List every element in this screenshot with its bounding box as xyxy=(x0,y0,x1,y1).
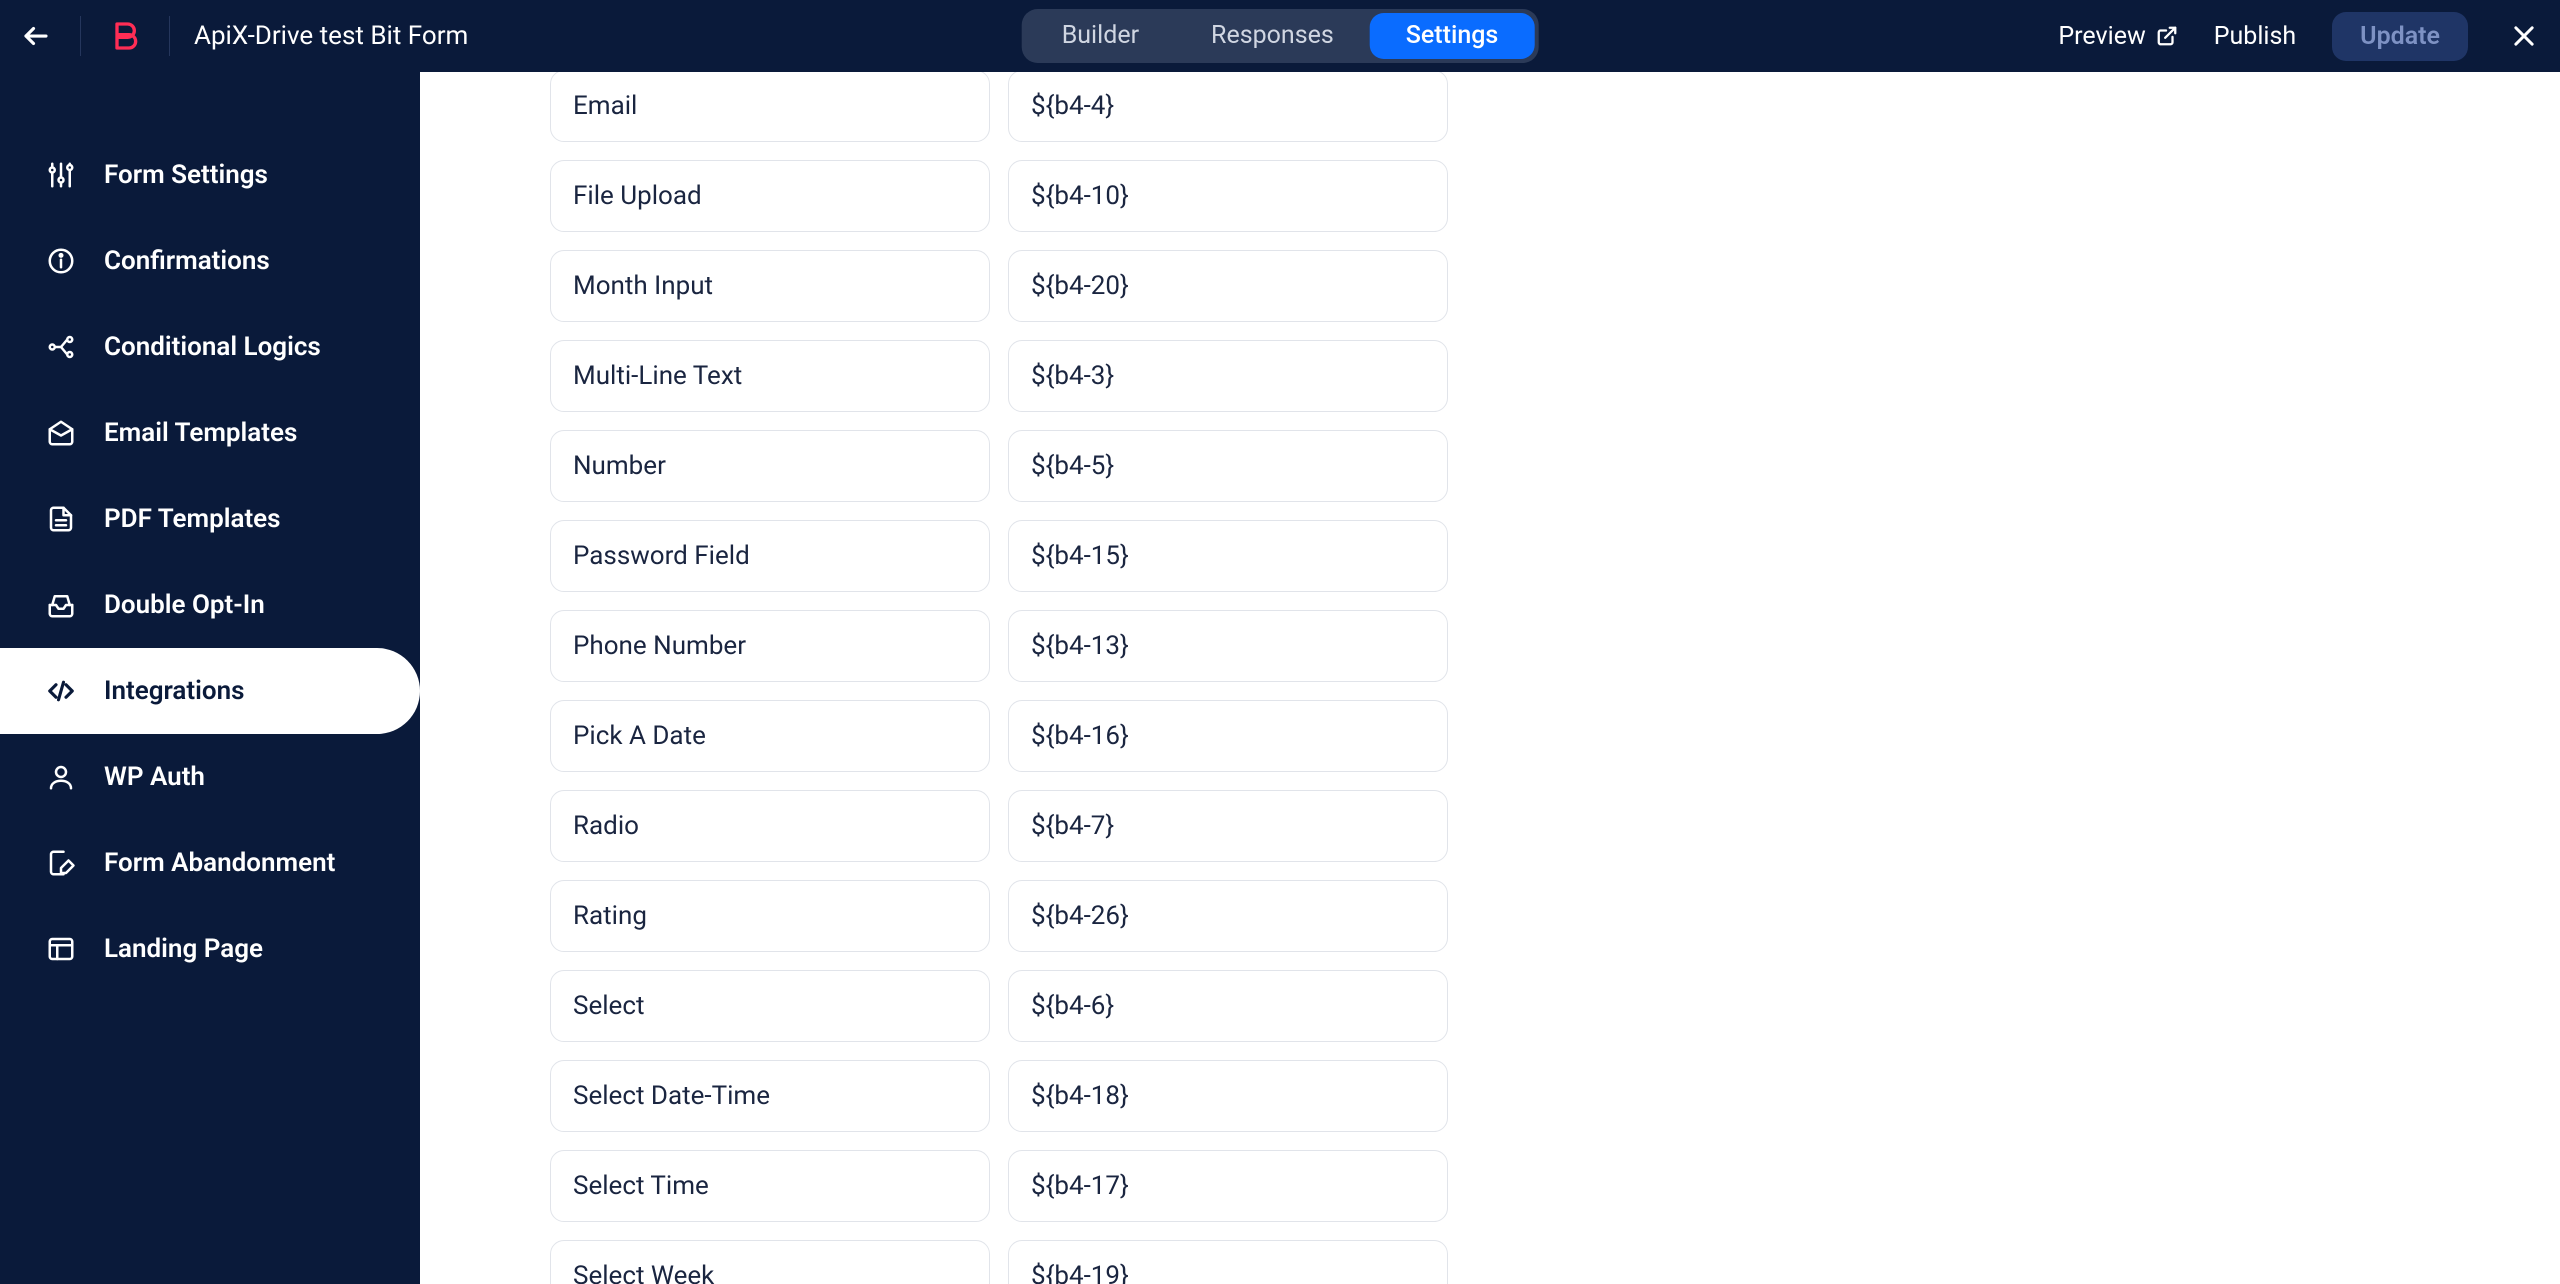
field-key-cell[interactable]: ${b4-4} xyxy=(1008,72,1448,142)
field-name-cell[interactable]: Month Input xyxy=(550,250,990,322)
code-icon xyxy=(44,674,78,708)
field-row: Select Date-Time${b4-18} xyxy=(550,1060,1560,1132)
field-mapping-list: Email${b4-4}File Upload${b4-10}Month Inp… xyxy=(550,72,1560,1284)
back-button[interactable] xyxy=(16,16,56,56)
field-name-cell[interactable]: Radio xyxy=(550,790,990,862)
close-icon xyxy=(2510,22,2538,50)
topbar: ApiX-Drive test Bit Form Builder Respons… xyxy=(0,0,2560,72)
field-name-cell[interactable]: Multi-Line Text xyxy=(550,340,990,412)
field-key-cell[interactable]: ${b4-3} xyxy=(1008,340,1448,412)
tab-settings[interactable]: Settings xyxy=(1370,13,1535,59)
sidebar-item-label: Double Opt-In xyxy=(104,590,265,620)
sidebar-item-wp-auth[interactable]: WP Auth xyxy=(0,734,420,820)
sidebar-item-label: Integrations xyxy=(104,676,245,706)
field-key-cell[interactable]: ${b4-5} xyxy=(1008,430,1448,502)
sidebar-item-conditional-logics[interactable]: Conditional Logics xyxy=(0,304,420,390)
update-button[interactable]: Update xyxy=(2332,12,2468,61)
field-key-cell[interactable]: ${b4-6} xyxy=(1008,970,1448,1042)
sidebar-item-email-templates[interactable]: Email Templates xyxy=(0,390,420,476)
sidebar-item-pdf-templates[interactable]: PDF Templates xyxy=(0,476,420,562)
sidebar-item-form-settings[interactable]: Form Settings xyxy=(0,132,420,218)
field-key-cell[interactable]: ${b4-26} xyxy=(1008,880,1448,952)
mode-tabs: Builder Responses Settings xyxy=(1022,9,1539,63)
field-row: Select Time${b4-17} xyxy=(550,1150,1560,1222)
field-row: Email ${b4-4} xyxy=(550,72,1560,142)
publish-label: Publish xyxy=(2214,22,2296,51)
sidebar-item-label: WP Auth xyxy=(104,762,205,792)
user-icon xyxy=(44,760,78,794)
layout-icon xyxy=(44,932,78,966)
field-name-cell[interactable]: Select Time xyxy=(550,1150,990,1222)
field-row: Pick A Date${b4-16} xyxy=(550,700,1560,772)
field-name-cell[interactable]: Email xyxy=(550,72,990,142)
sliders-icon xyxy=(44,158,78,192)
settings-sidebar: Form Settings Confirmations Conditional … xyxy=(0,72,420,1284)
form-edit-icon xyxy=(44,846,78,880)
field-name-cell[interactable]: Phone Number xyxy=(550,610,990,682)
field-key-cell[interactable]: ${b4-16} xyxy=(1008,700,1448,772)
sidebar-item-integrations[interactable]: Integrations xyxy=(0,648,420,734)
topbar-divider xyxy=(80,16,81,56)
field-key-cell[interactable]: ${b4-18} xyxy=(1008,1060,1448,1132)
external-link-icon xyxy=(2156,25,2178,47)
sidebar-item-confirmations[interactable]: Confirmations xyxy=(0,218,420,304)
field-name-cell[interactable]: Select Week xyxy=(550,1240,990,1284)
topbar-left: ApiX-Drive test Bit Form xyxy=(16,16,468,56)
field-key-cell[interactable]: ${b4-13} xyxy=(1008,610,1448,682)
sidebar-item-landing-page[interactable]: Landing Page xyxy=(0,906,420,992)
publish-link[interactable]: Publish xyxy=(2214,22,2296,51)
field-key-cell[interactable]: ${b4-20} xyxy=(1008,250,1448,322)
field-row: Select Week ${b4-19} xyxy=(550,1240,1560,1284)
topbar-divider-2 xyxy=(169,16,170,56)
main-content: Email${b4-4}File Upload${b4-10}Month Inp… xyxy=(420,72,2560,1284)
brand-logo[interactable] xyxy=(105,16,145,56)
sidebar-item-double-opt-in[interactable]: Double Opt-In xyxy=(0,562,420,648)
sidebar-item-form-abandonment[interactable]: Form Abandonment xyxy=(0,820,420,906)
bitform-logo-icon xyxy=(109,20,141,52)
info-icon xyxy=(44,244,78,278)
field-name-cell[interactable]: Pick A Date xyxy=(550,700,990,772)
form-title: ApiX-Drive test Bit Form xyxy=(194,21,468,51)
field-row: Multi-Line Text${b4-3} xyxy=(550,340,1560,412)
sidebar-item-label: Confirmations xyxy=(104,246,270,276)
field-name-cell[interactable]: Select Date-Time xyxy=(550,1060,990,1132)
main-scroll[interactable]: Email${b4-4}File Upload${b4-10}Month Inp… xyxy=(420,72,2560,1284)
field-row: Select${b4-6} xyxy=(550,970,1560,1042)
sidebar-item-label: Conditional Logics xyxy=(104,332,321,362)
close-button[interactable] xyxy=(2504,16,2544,56)
field-key-cell[interactable]: ${b4-17} xyxy=(1008,1150,1448,1222)
field-name-cell[interactable]: File Upload xyxy=(550,160,990,232)
sidebar-item-label: Email Templates xyxy=(104,418,297,448)
preview-label: Preview xyxy=(2058,22,2145,51)
field-row: Rating${b4-26} xyxy=(550,880,1560,952)
topbar-right: Preview Publish Update xyxy=(2058,12,2544,61)
field-key-cell[interactable]: ${b4-15} xyxy=(1008,520,1448,592)
sidebar-item-label: Landing Page xyxy=(104,934,263,964)
branch-icon xyxy=(44,330,78,364)
field-name-cell[interactable]: Rating xyxy=(550,880,990,952)
preview-link[interactable]: Preview xyxy=(2058,22,2177,51)
field-name-cell[interactable]: Number xyxy=(550,430,990,502)
tab-responses[interactable]: Responses xyxy=(1175,13,1370,59)
field-name-cell[interactable]: Password Field xyxy=(550,520,990,592)
field-key-cell[interactable]: ${b4-19} xyxy=(1008,1240,1448,1284)
field-key-cell[interactable]: ${b4-7} xyxy=(1008,790,1448,862)
field-name-cell[interactable]: Select xyxy=(550,970,990,1042)
field-key-cell[interactable]: ${b4-10} xyxy=(1008,160,1448,232)
field-row: File Upload${b4-10} xyxy=(550,160,1560,232)
sidebar-item-label: Form Settings xyxy=(104,160,268,190)
file-icon xyxy=(44,502,78,536)
field-row: Month Input${b4-20} xyxy=(550,250,1560,322)
tab-builder[interactable]: Builder xyxy=(1026,13,1175,59)
field-row: Phone Number${b4-13} xyxy=(550,610,1560,682)
field-row: Number${b4-5} xyxy=(550,430,1560,502)
field-row: Radio${b4-7} xyxy=(550,790,1560,862)
mail-open-icon xyxy=(44,416,78,450)
inbox-icon xyxy=(44,588,78,622)
sidebar-item-label: PDF Templates xyxy=(104,504,281,534)
arrow-left-icon xyxy=(21,21,51,51)
field-row: Password Field${b4-15} xyxy=(550,520,1560,592)
sidebar-item-label: Form Abandonment xyxy=(104,848,335,878)
